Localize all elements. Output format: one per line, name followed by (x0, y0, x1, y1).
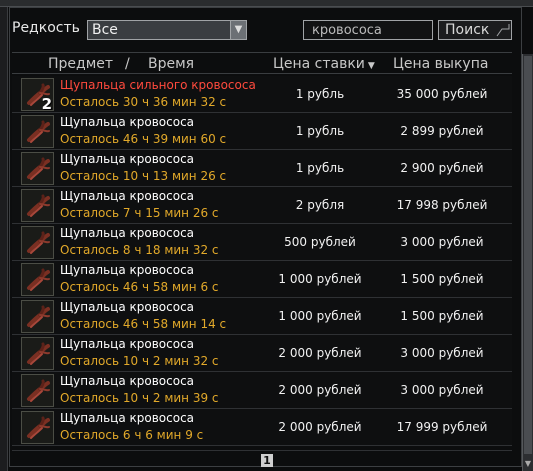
column-bid-header[interactable]: Цена ставки ▼ (273, 56, 375, 72)
scrollbar-thumb[interactable] (524, 56, 532, 454)
bid-price: 1 рубль (295, 124, 345, 138)
item-quantity: 2 (41, 95, 52, 113)
window-left-edge (0, 7, 8, 471)
table-header: Предмет / Время Цена ставки ▼ Цена выкупа (12, 52, 512, 74)
buyout-price: 1 500 рублей (400, 309, 484, 323)
column-buyout-header[interactable]: Цена выкупа (393, 56, 488, 72)
buyout-price: 2 899 рублей (400, 124, 484, 138)
bid-price: 1 рубль (295, 161, 345, 175)
pagination: 1 (12, 450, 512, 467)
time-remaining: Осталось 10 ч 13 мин 26 с (60, 169, 227, 183)
item-name: Щупальца кровососа (60, 374, 195, 388)
item-thumbnail[interactable] (21, 115, 54, 148)
buyout-price: 2 900 рублей (400, 161, 484, 175)
listing-row[interactable]: Щупальца кровососа Осталось 7 ч 15 мин 26… (12, 187, 512, 224)
listing-row[interactable]: Щупальца кровососа Осталось 6 ч 6 мин 9 с… (12, 409, 512, 446)
column-time-header[interactable]: Время (148, 56, 194, 72)
listing-row[interactable]: Щупальца кровососа Осталось 10 ч 2 мин 32… (12, 335, 512, 372)
bid-price: 1 000 рублей (278, 272, 362, 286)
search-button[interactable]: Поиск (438, 20, 512, 40)
item-thumbnail[interactable] (21, 263, 54, 296)
time-remaining: Осталось 10 ч 2 мин 32 с (60, 354, 219, 368)
column-separator: / (125, 56, 130, 72)
item-name: Щупальца кровососа (60, 263, 195, 277)
bid-price: 2 000 рублей (278, 346, 362, 360)
time-remaining: Осталось 46 ч 39 мин 60 с (60, 132, 227, 146)
listing-table: 2 Щупальца сильного кровососа Осталось 30 … (12, 76, 512, 446)
scrollbar[interactable]: ▼ (522, 54, 533, 471)
column-item-header[interactable]: Предмет (48, 56, 113, 72)
scroll-down-icon[interactable]: ▼ (524, 459, 532, 469)
listing-row[interactable]: Щупальца кровососа Осталось 46 ч 58 мин 6… (12, 261, 512, 298)
rarity-dropdown[interactable]: Все ▼ (87, 20, 247, 40)
item-thumbnail[interactable]: 2 (21, 78, 54, 113)
page-button-current[interactable]: 1 (261, 454, 273, 467)
time-remaining: Осталось 7 ч 15 мин 26 с (60, 206, 219, 220)
buyout-price: 17 998 рублей (396, 198, 488, 212)
buyout-price: 1 500 рублей (400, 272, 484, 286)
bid-price: 1 000 рублей (278, 309, 362, 323)
bid-price: 2 рубля (295, 198, 345, 212)
bid-price: 2 000 рублей (278, 383, 362, 397)
item-name: Щупальца кровососа (60, 226, 195, 240)
search-input[interactable] (303, 20, 433, 40)
rarity-label: Редкость (12, 20, 80, 36)
buyout-price: 3 000 рублей (400, 346, 484, 360)
listing-row[interactable]: Щупальца кровососа Осталось 8 ч 18 мин 32… (12, 224, 512, 261)
chevron-down-icon[interactable]: ▼ (230, 21, 246, 39)
item-thumbnail[interactable] (21, 152, 54, 185)
bid-price: 2 000 рублей (278, 420, 362, 434)
time-remaining: Осталось 46 ч 58 мин 6 с (60, 280, 219, 294)
listing-row[interactable]: Щупальца кровососа Осталось 10 ч 2 мин 39… (12, 372, 512, 409)
time-remaining: Осталось 46 ч 58 мин 14 с (60, 317, 227, 331)
item-name: Щупальца кровососа (60, 115, 195, 129)
listing-row[interactable]: Щупальца кровососа Осталось 46 ч 39 мин 6… (12, 113, 512, 150)
bid-price: 500 рублей (284, 235, 356, 249)
item-thumbnail[interactable] (21, 411, 54, 444)
listing-row[interactable]: 2 Щупальца сильного кровососа Осталось 30 … (12, 76, 512, 113)
listing-row[interactable]: Щупальца кровососа Осталось 46 ч 58 мин 1… (12, 298, 512, 335)
item-thumbnail[interactable] (21, 300, 54, 333)
time-remaining: Осталось 8 ч 18 мин 32 с (60, 243, 219, 257)
buyout-price: 35 000 рублей (396, 87, 488, 101)
bid-price: 1 рубль (295, 87, 345, 101)
sort-desc-icon: ▼ (367, 61, 375, 71)
item-thumbnail[interactable] (21, 189, 54, 222)
time-remaining: Осталось 30 ч 36 мин 32 с (60, 95, 227, 109)
item-name: Щупальца кровососа (60, 152, 195, 166)
rarity-value: Все (92, 22, 118, 38)
corner-decoration-icon (496, 24, 510, 37)
search-button-label: Поиск (445, 22, 490, 38)
item-name: Щупальца кровососа (60, 337, 195, 351)
buyout-price: 17 999 рублей (396, 420, 488, 434)
item-name: Щупальца кровососа (60, 411, 195, 425)
item-thumbnail[interactable] (21, 374, 54, 407)
item-name: Щупальца сильного кровососа (60, 78, 256, 92)
listing-row[interactable]: Щупальца кровососа Осталось 10 ч 13 мин 2… (12, 150, 512, 187)
window-top-strip (0, 0, 533, 7)
time-remaining: Осталось 6 ч 6 мин 9 с (60, 428, 204, 442)
buyout-price: 3 000 рублей (400, 383, 484, 397)
item-thumbnail[interactable] (21, 226, 54, 259)
item-thumbnail[interactable] (21, 337, 54, 370)
buyout-price: 3 000 рублей (400, 235, 484, 249)
item-name: Щупальца кровососа (60, 300, 195, 314)
item-name: Щупальца кровососа (60, 189, 195, 203)
time-remaining: Осталось 10 ч 2 мин 39 с (60, 391, 219, 405)
filter-bar: Редкость Все ▼ Поиск (12, 10, 512, 46)
